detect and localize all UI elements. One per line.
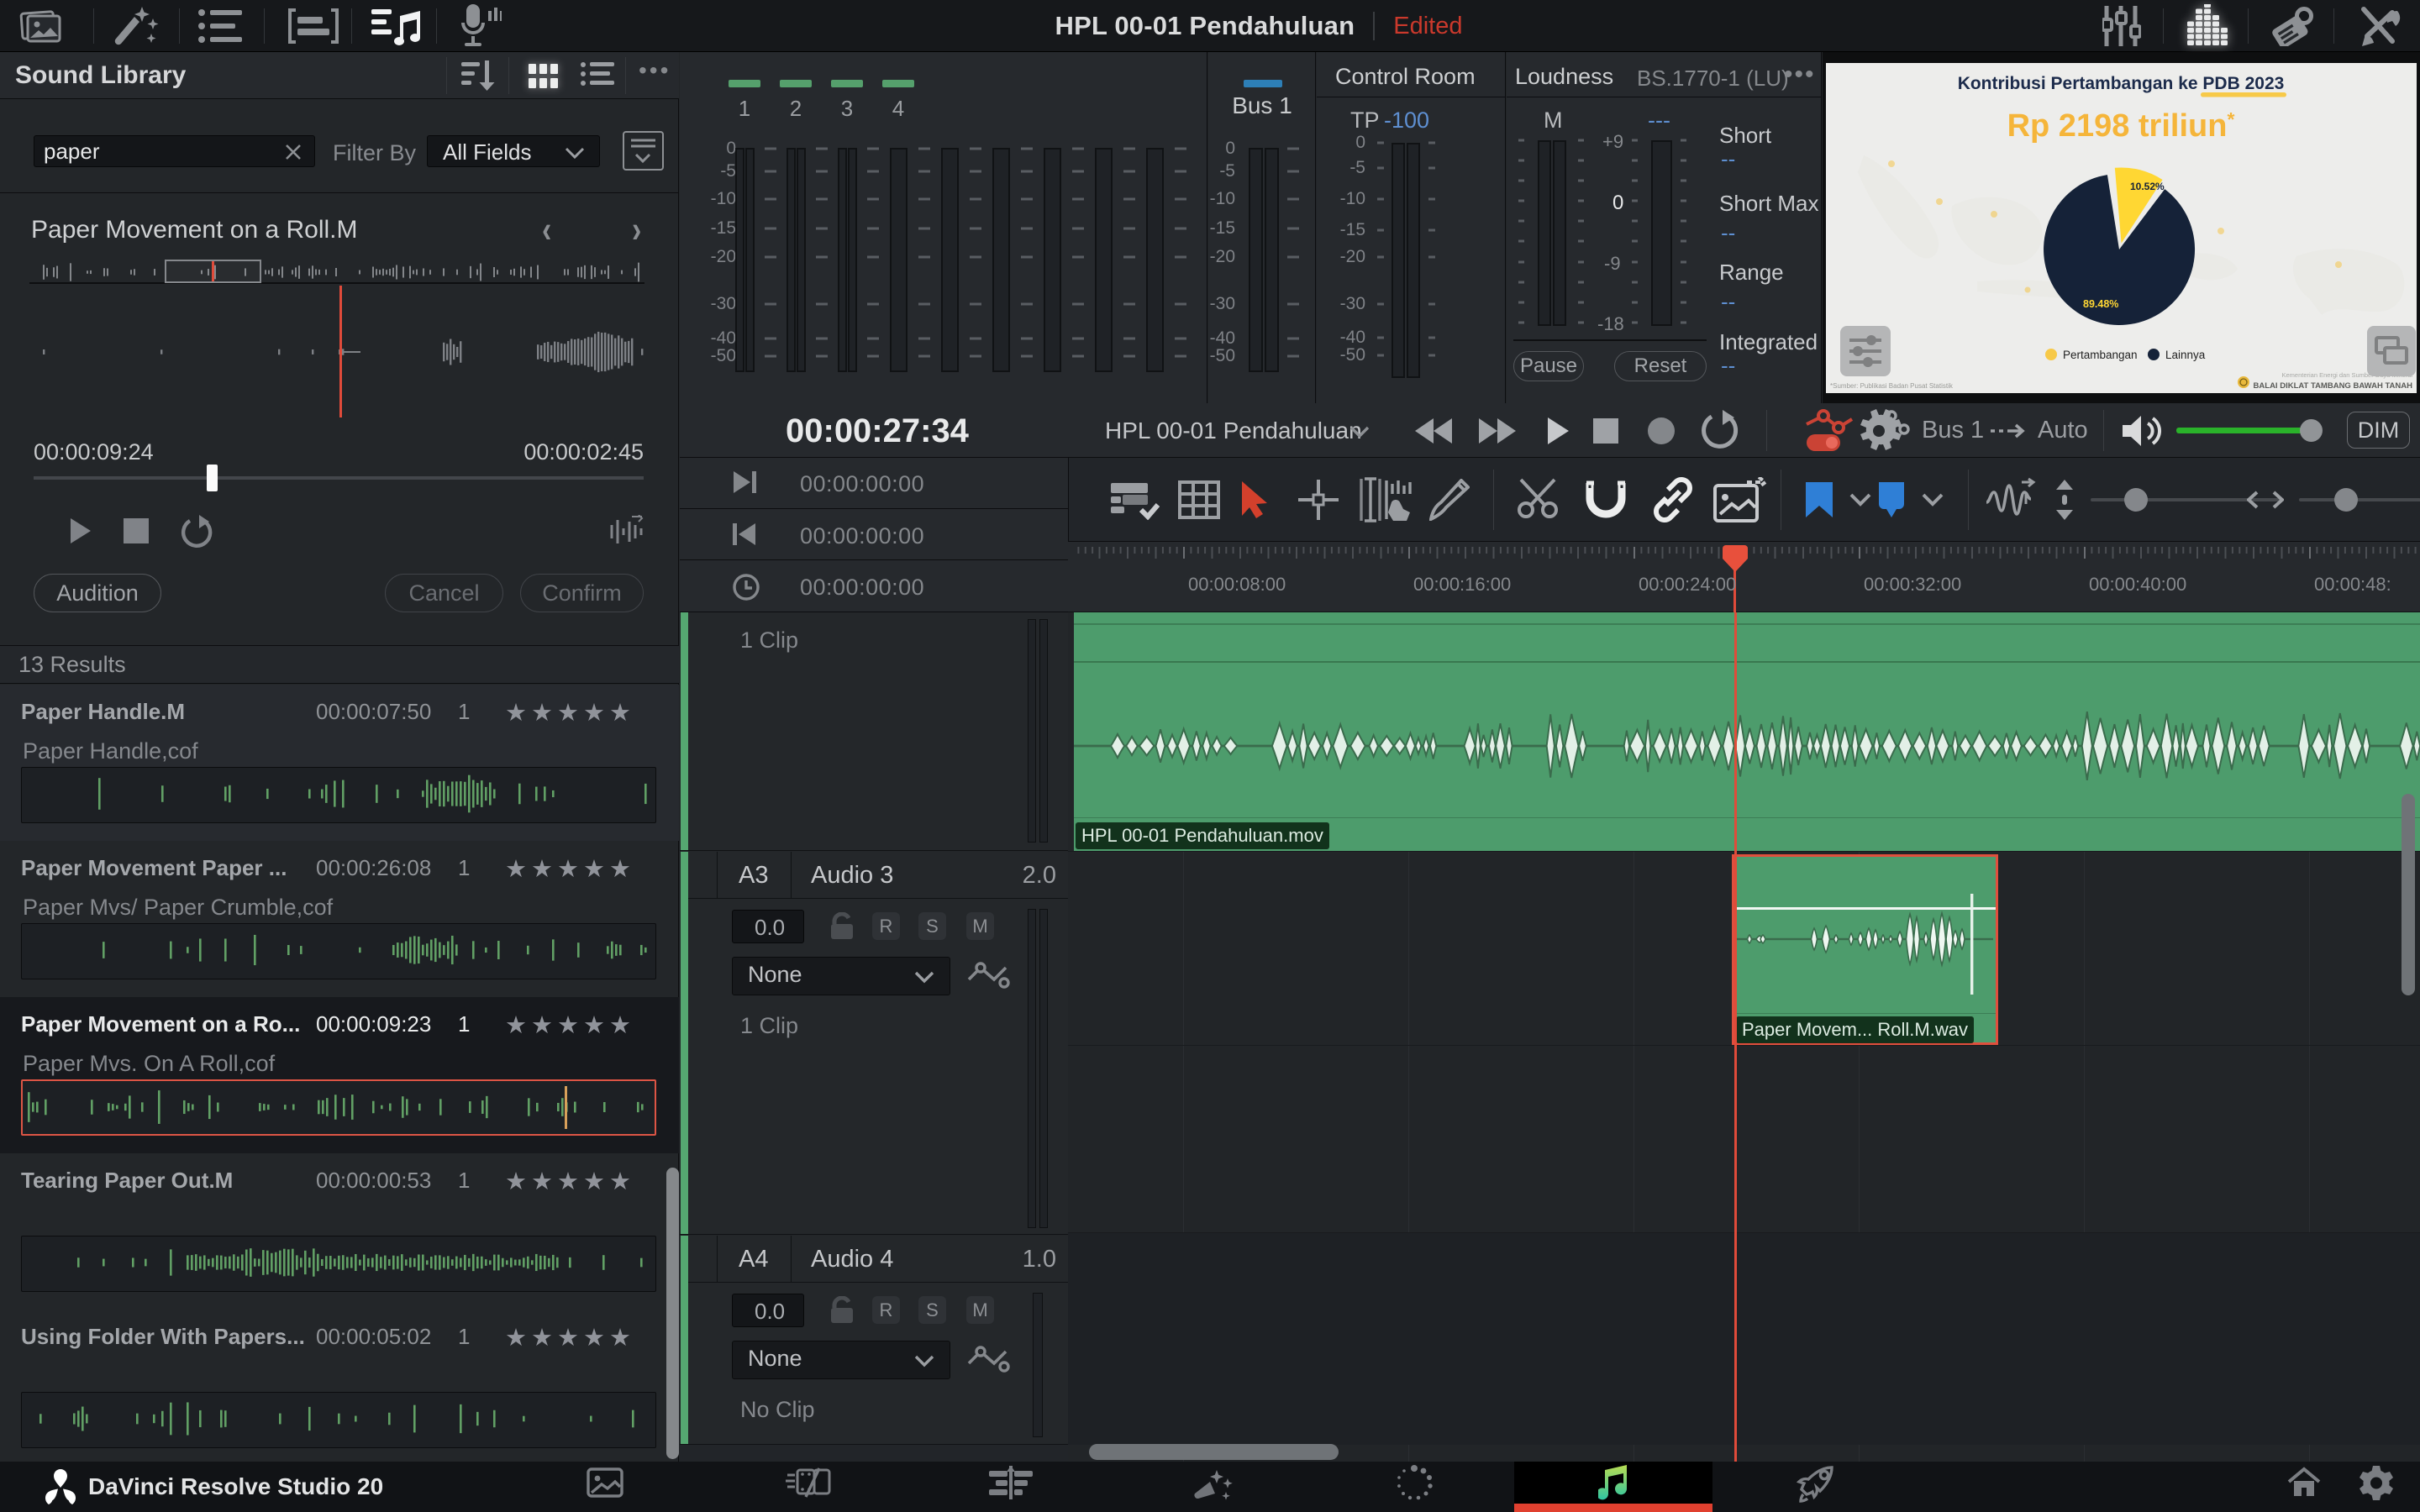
svg-text:*Sumber: Publikasi Badan Pusat: *Sumber: Publikasi Badan Pusat Statistik bbox=[1830, 382, 1954, 390]
svg-text:Pertambangan: Pertambangan bbox=[2063, 349, 2138, 361]
svg-text:10.52%: 10.52% bbox=[2130, 181, 2165, 192]
svg-text:BALAI DIKLAT TAMBANG BAWAH TAN: BALAI DIKLAT TAMBANG BAWAH TANAH bbox=[2254, 381, 2413, 391]
svg-text:Lainnya: Lainnya bbox=[2165, 349, 2206, 361]
svg-text:89.48%: 89.48% bbox=[2083, 298, 2118, 310]
svg-text:Rp 2198 triliun*: Rp 2198 triliun* bbox=[2007, 108, 2235, 144]
svg-text:Kontribusi Pertambangan ke PDB: Kontribusi Pertambangan ke PDB 2023 bbox=[1958, 74, 2285, 93]
